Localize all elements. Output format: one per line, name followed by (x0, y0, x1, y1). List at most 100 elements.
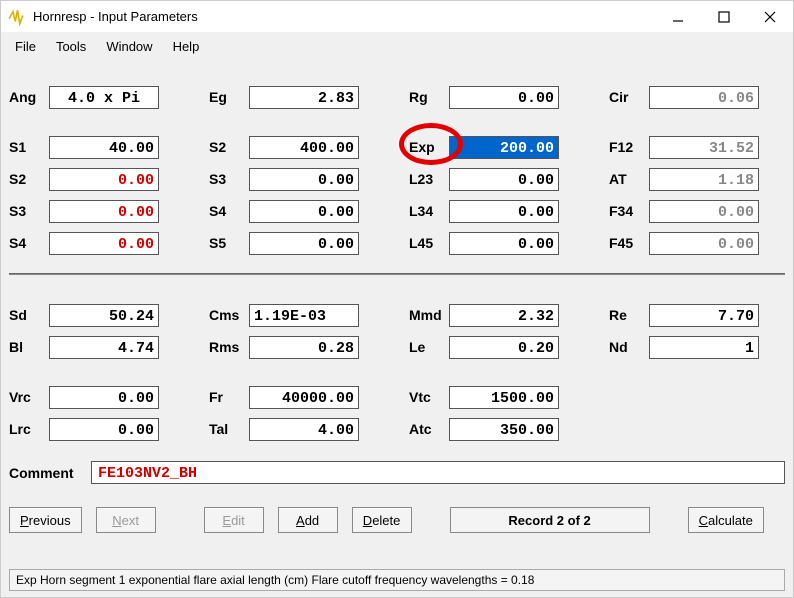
label-atc: Atc (409, 421, 441, 437)
field-s5[interactable]: 0.00 (249, 232, 359, 255)
label-s2: S2 (9, 171, 41, 187)
label-at: AT (609, 171, 641, 187)
field-exp[interactable]: 200.00 (449, 136, 559, 159)
field-mmd[interactable]: 2.32 (449, 304, 559, 327)
label-tal: Tal (209, 421, 241, 437)
label-lrc: Lrc (9, 421, 41, 437)
btn-prev-rest: revious (29, 513, 71, 528)
btn-del-rest: elete (372, 513, 400, 528)
label-l34: L34 (409, 203, 441, 219)
field-bl[interactable]: 4.74 (49, 336, 159, 359)
field-cir: 0.06 (649, 86, 759, 109)
add-button[interactable]: Add (278, 507, 338, 533)
minimize-icon (672, 11, 684, 23)
delete-button[interactable]: Delete (352, 507, 412, 533)
field-ang[interactable]: 4.0 x Pi (49, 86, 159, 109)
minimize-button[interactable] (655, 1, 701, 33)
close-icon (764, 11, 776, 23)
client-area: Ang 4.0 x Pi Eg 2.83 Rg 0.00 Cir 0.06 S1… (9, 63, 785, 561)
btn-calc-rest: alculate (708, 513, 753, 528)
label-le: Le (409, 339, 441, 355)
btn-edit-rest: dit (231, 513, 245, 528)
field-s4[interactable]: 0.00 (49, 232, 159, 255)
field-eg[interactable]: 2.83 (249, 86, 359, 109)
field-s4-top[interactable]: 0.00 (249, 200, 359, 223)
titlebar: Hornresp - Input Parameters (1, 1, 793, 33)
field-comment[interactable]: FE103NV2_BH (91, 461, 785, 484)
status-text: Exp Horn segment 1 exponential flare axi… (16, 573, 534, 587)
field-fr[interactable]: 40000.00 (249, 386, 359, 409)
field-f34: 0.00 (649, 200, 759, 223)
field-at: 1.18 (649, 168, 759, 191)
label-mmd: Mmd (409, 307, 441, 323)
field-s1[interactable]: 40.00 (49, 136, 159, 159)
label-vtc: Vtc (409, 389, 441, 405)
menu-tools[interactable]: Tools (48, 37, 94, 56)
field-re[interactable]: 7.70 (649, 304, 759, 327)
field-rms[interactable]: 0.28 (249, 336, 359, 359)
field-rg[interactable]: 0.00 (449, 86, 559, 109)
label-bl: Bl (9, 339, 41, 355)
label-sd: Sd (9, 307, 41, 323)
label-cir: Cir (609, 89, 641, 105)
window-controls (655, 1, 793, 33)
label-s2-top: S2 (209, 139, 241, 155)
menu-help[interactable]: Help (165, 37, 208, 56)
previous-button[interactable]: Previous (9, 507, 82, 533)
field-nd[interactable]: 1 (649, 336, 759, 359)
field-lrc[interactable]: 0.00 (49, 418, 159, 441)
label-vrc: Vrc (9, 389, 41, 405)
next-button: Next (96, 507, 156, 533)
field-cms[interactable]: 1.19E-03 (249, 304, 359, 327)
field-f12: 31.52 (649, 136, 759, 159)
label-l23: L23 (409, 171, 441, 187)
label-rms: Rms (209, 339, 241, 355)
label-s4: S4 (9, 235, 41, 251)
field-tal[interactable]: 4.00 (249, 418, 359, 441)
edit-button: Edit (204, 507, 264, 533)
field-s2-top[interactable]: 400.00 (249, 136, 359, 159)
field-sd[interactable]: 50.24 (49, 304, 159, 327)
label-eg: Eg (209, 89, 241, 105)
menubar: File Tools Window Help (1, 33, 793, 57)
field-vtc[interactable]: 1500.00 (449, 386, 559, 409)
field-l34[interactable]: 0.00 (449, 200, 559, 223)
statusbar: Exp Horn segment 1 exponential flare axi… (9, 569, 785, 591)
close-button[interactable] (747, 1, 793, 33)
label-s3-top: S3 (209, 171, 241, 187)
label-comment: Comment (9, 465, 79, 481)
label-s1: S1 (9, 139, 41, 155)
window-title: Hornresp - Input Parameters (31, 9, 655, 24)
field-s2[interactable]: 0.00 (49, 168, 159, 191)
maximize-icon (718, 11, 730, 23)
record-indicator[interactable]: Record 2 of 2 (450, 507, 650, 533)
label-s5: S5 (209, 235, 241, 251)
divider-1 (9, 273, 785, 275)
menu-window[interactable]: Window (98, 37, 160, 56)
label-rg: Rg (409, 89, 441, 105)
field-l45[interactable]: 0.00 (449, 232, 559, 255)
label-s3: S3 (9, 203, 41, 219)
btn-add-rest: dd (305, 513, 319, 528)
app-window: Hornresp - Input Parameters File Tools W… (0, 0, 794, 598)
field-s3[interactable]: 0.00 (49, 200, 159, 223)
field-l23[interactable]: 0.00 (449, 168, 559, 191)
field-s3-top[interactable]: 0.00 (249, 168, 359, 191)
field-le[interactable]: 0.20 (449, 336, 559, 359)
maximize-button[interactable] (701, 1, 747, 33)
btn-next-rest: ext (122, 513, 139, 528)
field-vrc[interactable]: 0.00 (49, 386, 159, 409)
label-fr: Fr (209, 389, 241, 405)
label-exp: Exp (409, 139, 441, 155)
label-s4-top: S4 (209, 203, 241, 219)
label-cms: Cms (209, 307, 241, 323)
field-f45: 0.00 (649, 232, 759, 255)
label-nd: Nd (609, 339, 641, 355)
calculate-button[interactable]: Calculate (688, 507, 764, 533)
menu-file[interactable]: File (7, 37, 44, 56)
label-f34: F34 (609, 203, 641, 219)
label-f12: F12 (609, 139, 641, 155)
label-ang: Ang (9, 89, 41, 105)
field-atc[interactable]: 350.00 (449, 418, 559, 441)
app-icon (7, 8, 25, 26)
